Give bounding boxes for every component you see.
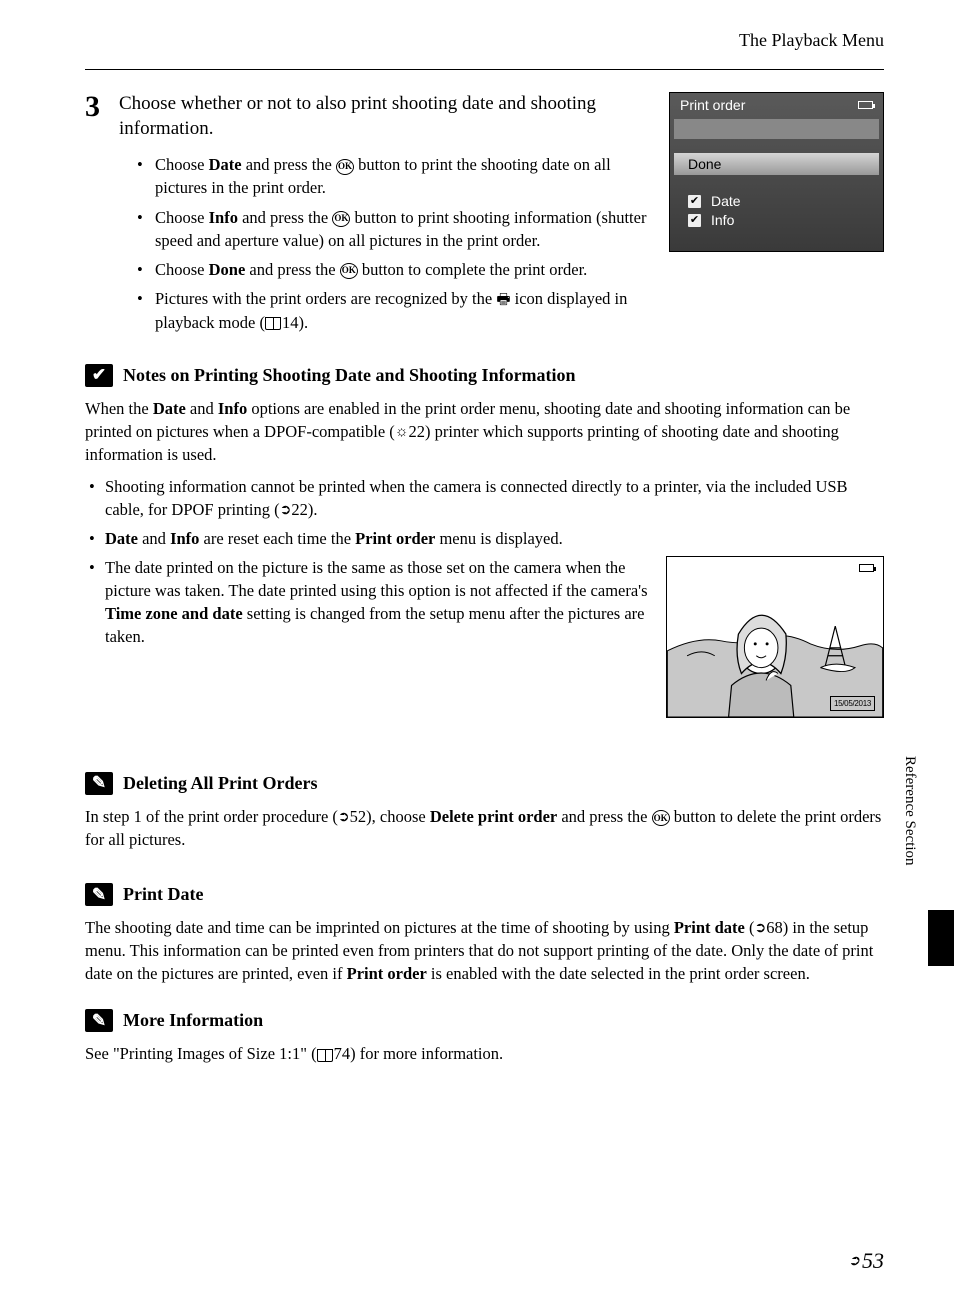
bullet-done: Choose Done and press the OK button to c… (149, 258, 657, 281)
ok-icon: OK (340, 263, 358, 279)
note-paragraph: The shooting date and time can be imprin… (85, 916, 884, 985)
check-badge-icon: ✔ (85, 364, 113, 387)
book-icon (265, 317, 281, 330)
note-title: Notes on Printing Shooting Date and Shoo… (123, 365, 576, 386)
book-icon (317, 1049, 333, 1062)
step-3: 3 Choose whether or not to also print sh… (85, 92, 657, 340)
battery-icon (858, 101, 873, 109)
screen-date-row: ✔ Date (688, 193, 883, 209)
section-ref-icon: ➲ (848, 1253, 860, 1270)
side-tab-marker (928, 910, 954, 966)
bullet-playback: Pictures with the print orders are recog… (149, 287, 657, 334)
screen-title: Print order (680, 97, 745, 113)
note-bullet-3: 15/05/2013 The date printed on the pictu… (99, 556, 884, 718)
screen-thumb-strip (674, 119, 879, 139)
section-ref-icon: ➲ (755, 919, 767, 939)
step-title: Choose whether or not to also print shoo… (119, 92, 657, 141)
step-number: 3 (85, 92, 107, 122)
page-number: ➲53 (848, 1248, 884, 1274)
note-title: Print Date (123, 884, 203, 905)
screen-info-row: ✔ Info (688, 212, 883, 228)
note-bullet-1: Shooting information cannot be printed w… (99, 475, 884, 521)
reference-sun-icon: ☼ (395, 422, 409, 443)
ok-icon: OK (332, 211, 350, 227)
bullet-date: Choose Date and press the OK button to p… (149, 153, 657, 199)
screen-done-row: Done (674, 153, 879, 175)
pencil-badge-icon: ✎ (85, 883, 113, 906)
section-ref-icon: ➲ (338, 808, 350, 828)
checkbox-icon: ✔ (688, 195, 701, 208)
side-tab-label: Reference Section (901, 720, 918, 890)
note-paragraph: See "Printing Images of Size 1:1" (74) f… (85, 1042, 884, 1065)
note-title: More Information (123, 1010, 263, 1031)
checkbox-icon: ✔ (688, 214, 701, 227)
battery-icon (859, 564, 874, 572)
note-bullet-2: Date and Info are reset each time the Pr… (99, 527, 884, 550)
ok-icon: OK (652, 810, 670, 826)
note-more-info: ✎ More Information See "Printing Images … (85, 1009, 884, 1065)
photo-date-stamp: 15/05/2013 (830, 696, 875, 711)
note-deleting-orders: ✎ Deleting All Print Orders In step 1 of… (85, 772, 884, 859)
pencil-badge-icon: ✎ (85, 772, 113, 795)
print-icon: 🖶 (496, 290, 510, 311)
note-title: Deleting All Print Orders (123, 773, 317, 794)
section-ref-icon: ➲ (280, 501, 292, 521)
note-paragraph: In step 1 of the print order procedure (… (85, 805, 884, 851)
header-title: The Playback Menu (739, 30, 884, 50)
note-paragraph: When the Date and Info options are enabl… (85, 397, 884, 467)
note-printing-date-info: ✔ Notes on Printing Shooting Date and Sh… (85, 364, 884, 724)
sample-photo: 15/05/2013 (666, 556, 884, 718)
bullet-info: Choose Info and press the OK button to p… (149, 206, 657, 252)
pencil-badge-icon: ✎ (85, 1009, 113, 1032)
camera-screen: Print order Done ✔ Date ✔ Info (669, 92, 884, 252)
ok-icon: OK (336, 159, 354, 175)
note-print-date: ✎ Print Date The shooting date and time … (85, 883, 884, 985)
page-header: The Playback Menu (85, 30, 884, 70)
